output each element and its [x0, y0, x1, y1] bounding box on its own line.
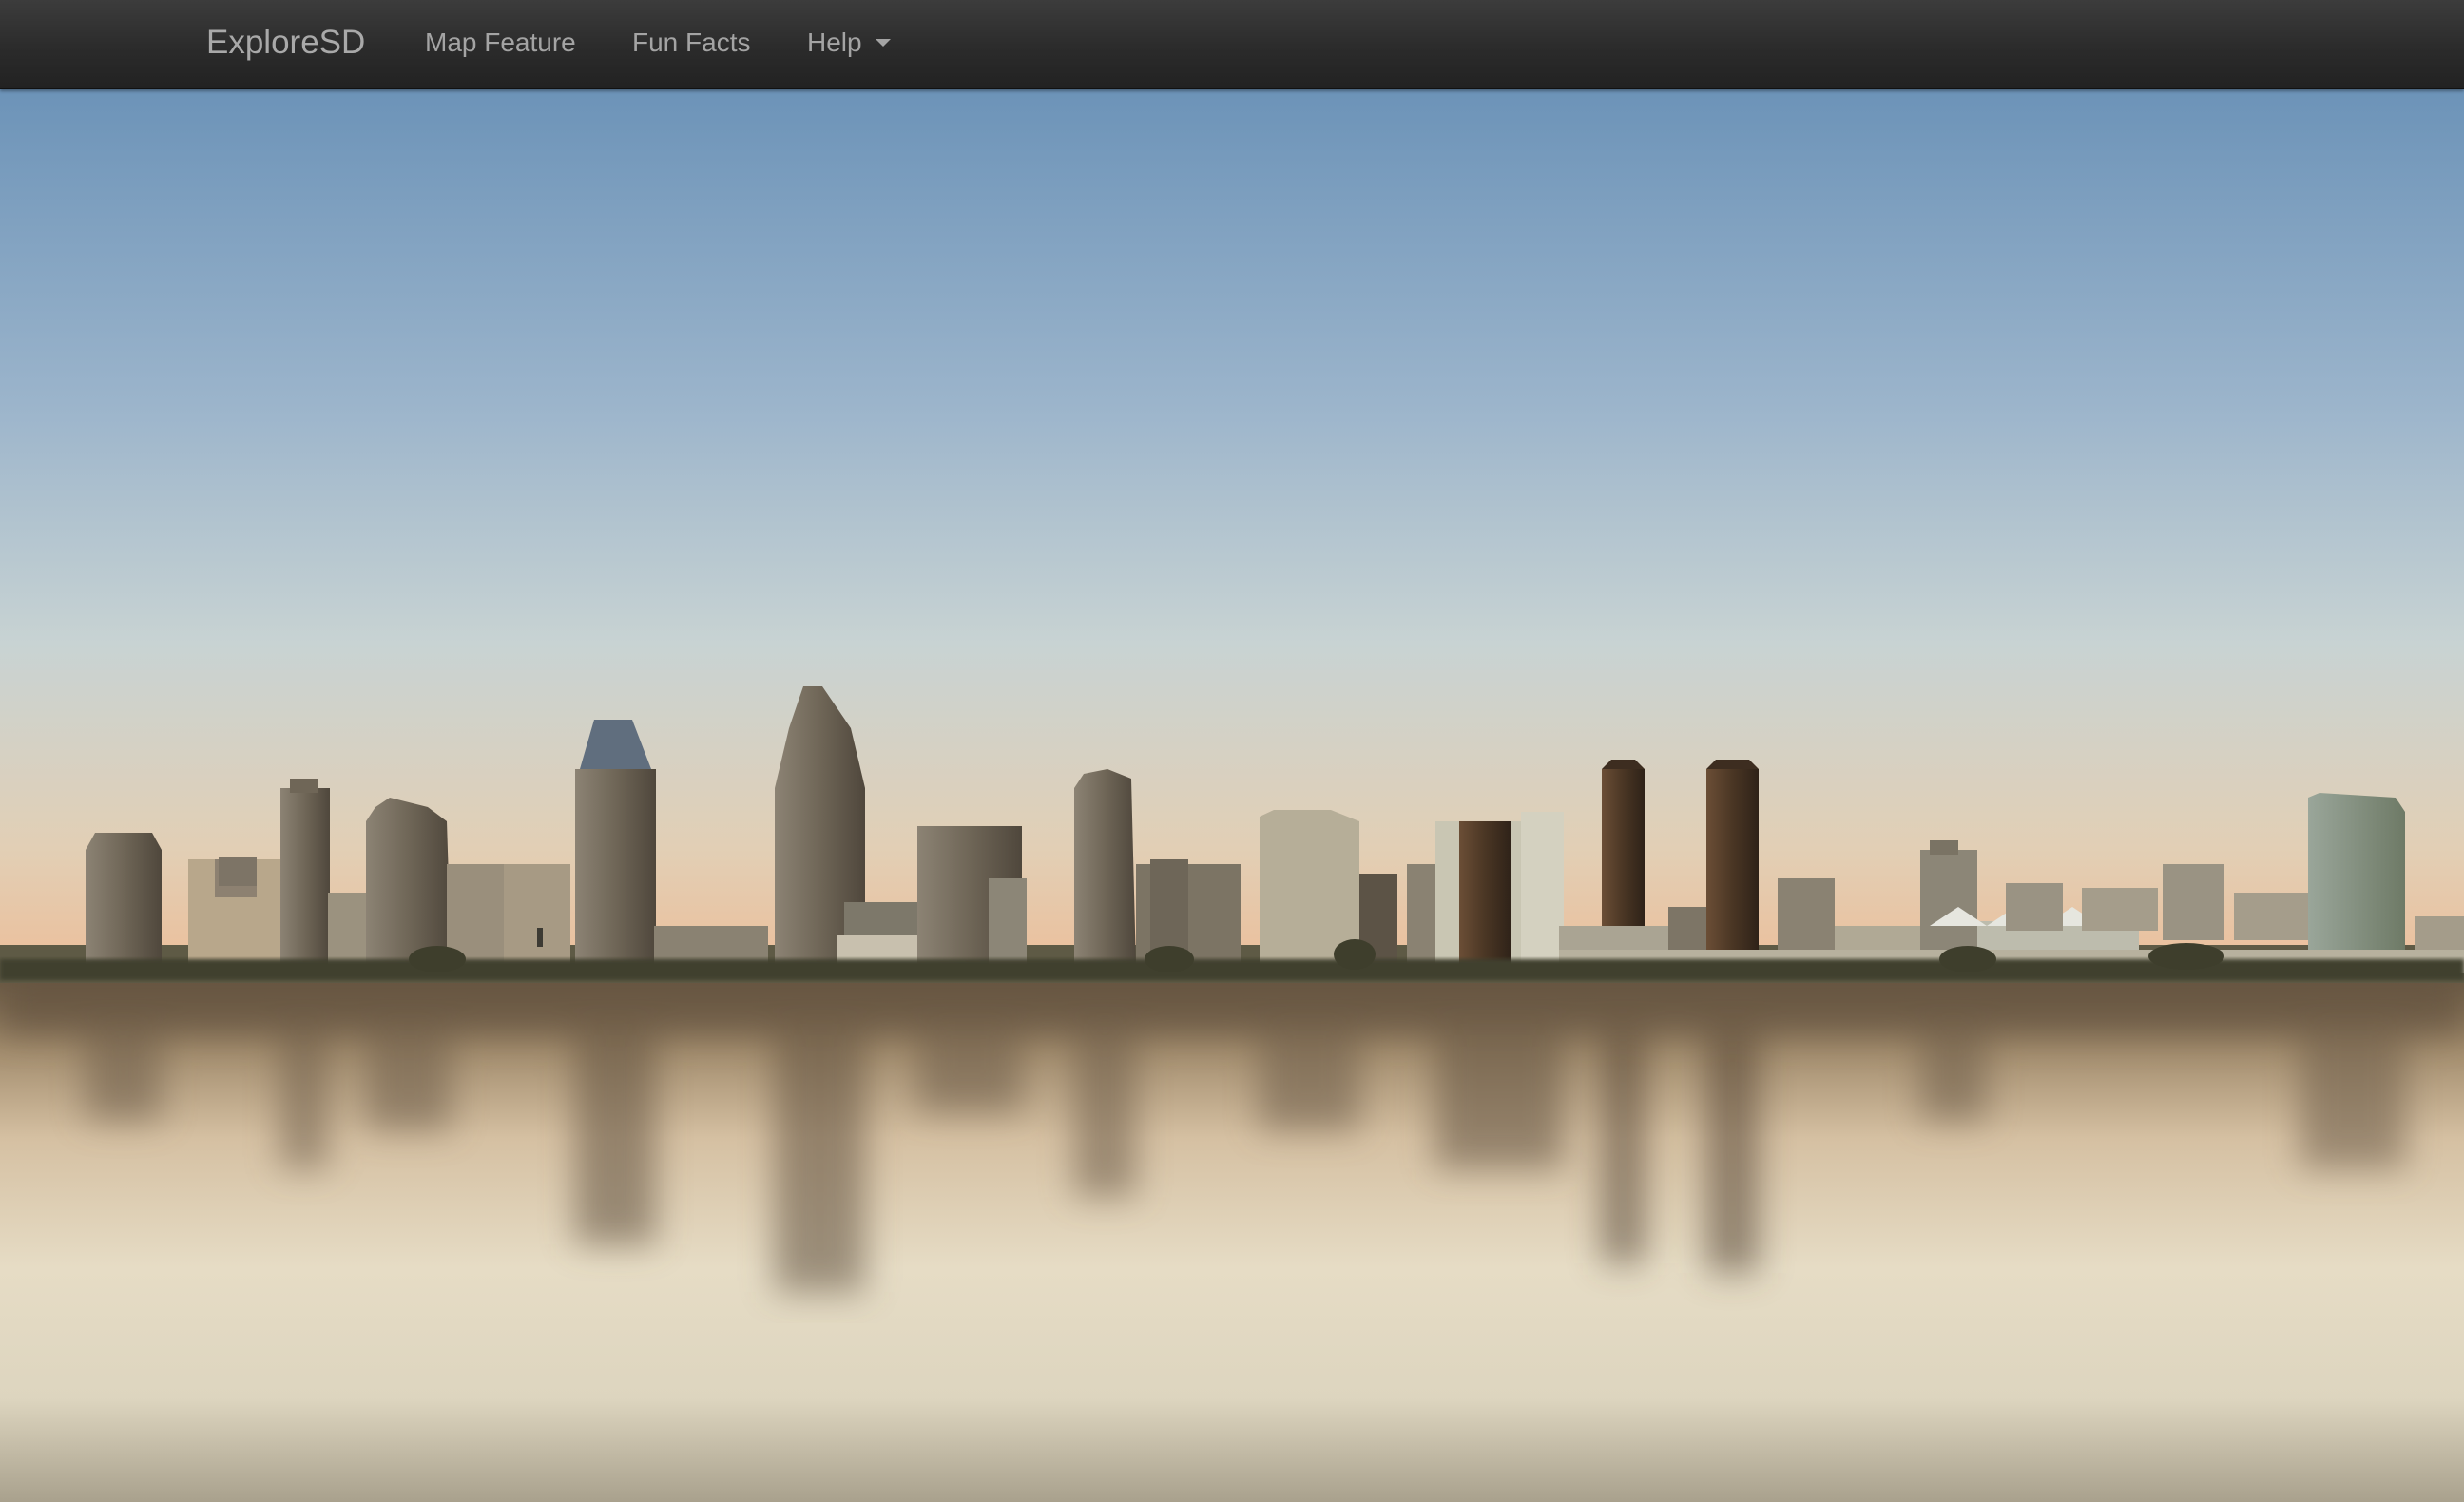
skyline-illustration: [0, 89, 2464, 1502]
top-navbar: ExploreSD Map Feature Fun Facts Help: [0, 0, 2464, 89]
nav-help-dropdown[interactable]: Help: [807, 0, 891, 86]
nav-map-feature[interactable]: Map Feature: [425, 0, 576, 86]
nav-fun-facts[interactable]: Fun Facts: [632, 0, 750, 86]
caret-down-icon: [875, 38, 891, 47]
hero-skyline-image: [0, 89, 2464, 1502]
brand-link[interactable]: ExploreSD: [206, 0, 365, 86]
nav-help-label: Help: [807, 28, 862, 57]
